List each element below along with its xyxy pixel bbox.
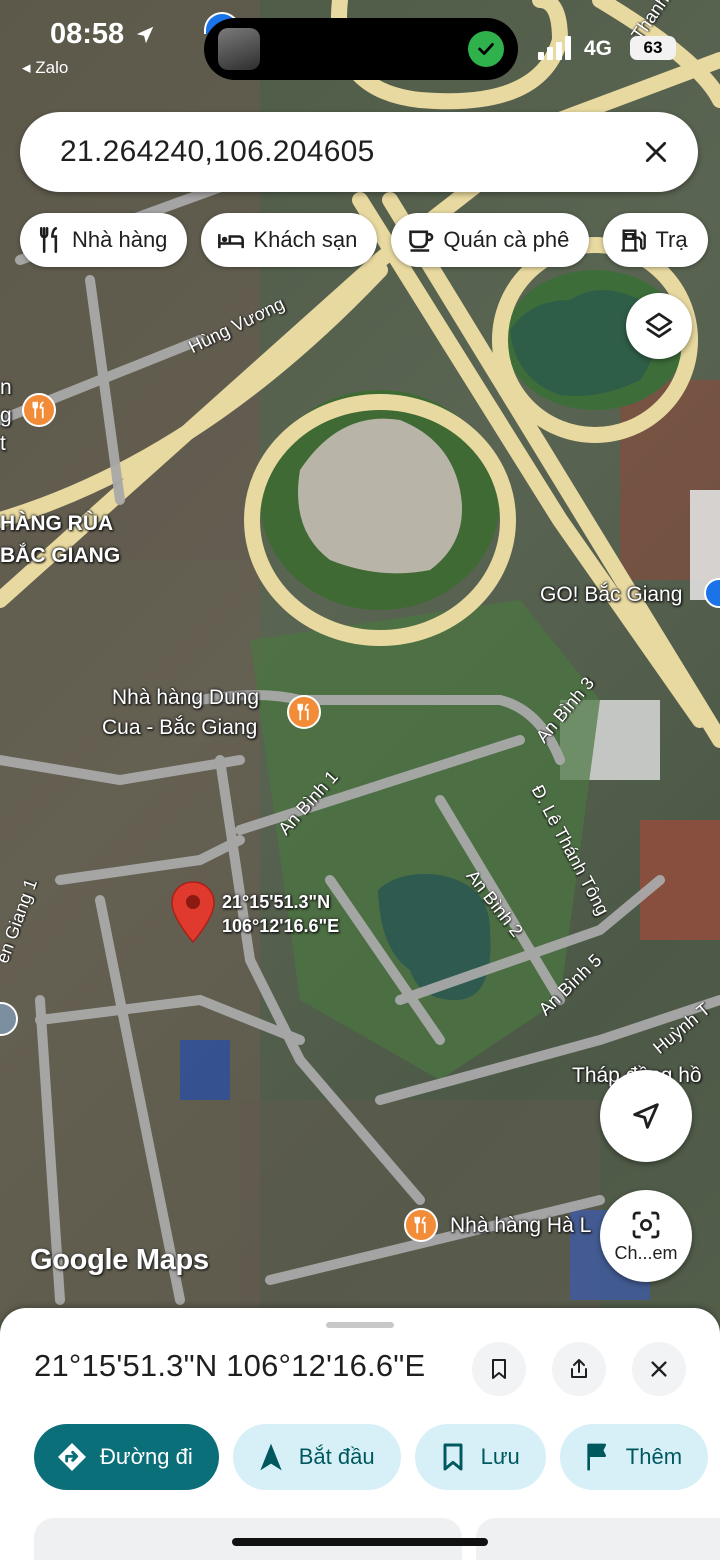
navigation-arrow-icon [260,1443,282,1471]
bed-icon [218,234,245,249]
chip-label: Nhà hàng [72,227,168,252]
place-title: 21°15'51.3"N 106°12'16.6"E [34,1348,426,1383]
share-icon [571,1359,587,1378]
restaurant-poi-pin-dung[interactable] [287,695,321,729]
media-thumbnail [218,28,260,70]
lens-label: Ch...em [614,1242,678,1263]
info-card[interactable] [476,1518,720,1560]
flag-icon [587,1443,606,1471]
directions-label: Đường đi [100,1444,193,1469]
fork-knife-icon [297,703,309,721]
layers-icon [645,312,673,338]
chip-coffee[interactable]: Quán cà phê [391,213,590,267]
battery-icon: 63 [630,36,676,60]
restaurant-poi-pin-ha[interactable] [404,1208,438,1242]
navigation-arrow-outline-icon [633,1103,659,1129]
coffee-cup-icon [409,230,434,252]
signal-strength-icon [538,36,571,60]
search-input[interactable]: 21.264240,106.204605 [60,135,636,169]
close-icon [645,141,667,163]
back-to-app-link[interactable]: ◂ Zalo [22,58,68,78]
bookmark-icon [492,1359,506,1379]
map-layers-button[interactable] [626,293,692,359]
dropped-pin-coordinates: 21°15'51.3"N 106°12'16.6"E [222,890,339,938]
sheet-drag-handle[interactable] [326,1322,394,1328]
directions-button[interactable]: Đường đi [34,1424,219,1490]
bookmark-icon [443,1443,463,1471]
save-button[interactable]: Lưu [414,1424,546,1490]
gas-station-icon [621,229,647,252]
status-time: 08:58 [50,18,156,51]
fork-knife-icon [39,227,58,253]
save-place-button[interactable] [472,1342,526,1396]
save-label: Lưu [480,1444,520,1469]
poi-label-restaurant-dung-line1[interactable]: Nhà hàng Dung [112,686,259,710]
lens-search-button[interactable]: Ch...em [600,1190,692,1282]
close-sheet-button[interactable] [632,1342,686,1396]
dynamic-island[interactable] [204,18,518,80]
partial-label-t: t [0,432,6,455]
pin-latitude: 21°15'51.3"N [222,892,331,912]
directions-icon [58,1443,86,1471]
poi-label-restaurant-dung-line2[interactable]: Cua - Bắc Giang [102,716,257,740]
share-button[interactable] [552,1342,606,1396]
start-label: Bắt đầu [298,1444,375,1469]
location-arrow-icon [136,27,154,44]
chip-gas[interactable]: Trạ [603,213,708,267]
add-label-button[interactable]: Thêm [559,1424,709,1490]
area-label-hang-rua: HÀNG RÙA [0,512,114,535]
dropped-pin-marker[interactable] [168,880,218,944]
place-bottom-sheet: 21°15'51.3"N 106°12'16.6"E Đường đi Bắt … [0,1308,720,1560]
close-icon [651,1361,667,1377]
home-indicator[interactable] [232,1538,488,1546]
google-maps-watermark: Google Maps [30,1244,209,1276]
add-label: Thêm [625,1444,683,1469]
pin-longitude: 106°12'16.6"E [222,916,340,936]
checkmark-icon [468,31,504,67]
chip-restaurants[interactable]: Nhà hàng [20,213,188,267]
chip-label: Khách sạn [253,227,358,252]
sheet-actions: Đường đi Bắt đầu Lưu Thêm [34,1424,709,1490]
battery-level: 63 [643,38,663,57]
start-navigation-button[interactable]: Bắt đầu [232,1424,401,1490]
restaurant-poi-pin[interactable] [22,393,56,427]
camera-lens-icon [632,1211,660,1238]
fork-knife-icon [32,401,44,419]
my-location-button[interactable] [600,1070,692,1162]
partial-label-n: n [0,376,12,399]
search-bar[interactable]: 21.264240,106.204605 [20,112,698,192]
clear-search-button[interactable] [636,132,676,172]
fork-knife-icon [414,1216,426,1234]
poi-label-restaurant-ha[interactable]: Nhà hàng Hà L [450,1214,591,1238]
network-type: 4G [584,37,613,60]
time-text: 08:58 [50,18,125,50]
category-chips: Nhà hàng Khách sạn Quán cà phê Trạ [20,213,708,267]
area-label-bac-giang: BẮC GIANG [0,544,121,567]
chip-hotels[interactable]: Khách sạn [201,213,378,267]
partial-label-g: g [0,404,12,427]
chip-label: Quán cà phê [443,227,570,252]
chip-label: Trạ [655,227,688,252]
poi-label-go-bac-giang[interactable]: GO! Bắc Giang [540,583,682,607]
